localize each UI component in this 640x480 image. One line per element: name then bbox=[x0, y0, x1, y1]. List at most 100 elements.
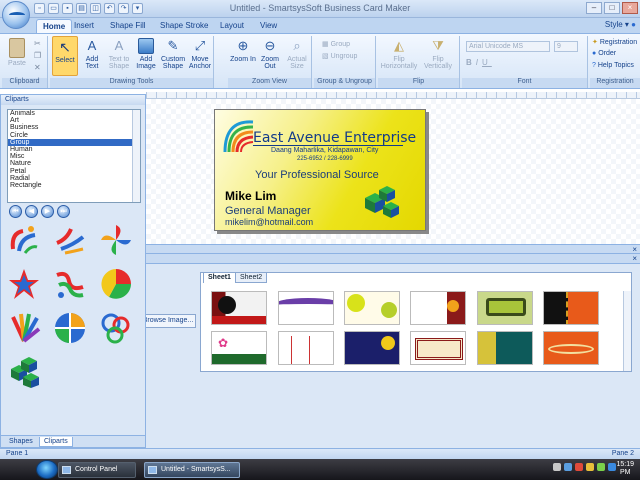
order-button[interactable]: ● Order bbox=[592, 50, 616, 57]
background-thumbnail[interactable] bbox=[278, 331, 334, 365]
next-page-icon[interactable]: ▶ bbox=[41, 205, 54, 218]
background-thumbnail[interactable] bbox=[211, 291, 267, 325]
category-item[interactable]: Radial bbox=[8, 175, 140, 182]
category-item[interactable]: Human bbox=[8, 146, 140, 153]
close-button[interactable]: × bbox=[622, 2, 638, 14]
help-icon[interactable]: ● bbox=[631, 20, 636, 29]
tab-insert[interactable]: Insert bbox=[68, 19, 100, 34]
style-menu[interactable]: Style ▾ ● bbox=[605, 20, 636, 29]
move-anchor-button[interactable]: ⤢ Move Anchor bbox=[187, 38, 213, 70]
zoom-out-button[interactable]: ⊖ Zoom Out bbox=[257, 38, 283, 70]
category-item[interactable]: Rectangle bbox=[8, 182, 140, 189]
network-icon[interactable] bbox=[564, 463, 572, 471]
last-page-icon[interactable]: ⏭ bbox=[57, 205, 70, 218]
custom-shape-button[interactable]: ✎ Custom Shape bbox=[160, 38, 186, 70]
volume-icon[interactable] bbox=[608, 463, 616, 471]
background-thumbnail[interactable] bbox=[410, 291, 466, 325]
pane-splitter[interactable]: × bbox=[146, 244, 640, 254]
category-item[interactable]: Animals bbox=[8, 110, 140, 117]
clipart-circles-icon[interactable] bbox=[99, 311, 133, 345]
taskbar-item-control-panel[interactable]: Control Panel bbox=[58, 462, 136, 478]
card-name[interactable]: Mike Lim bbox=[225, 189, 276, 203]
font-style-buttons[interactable]: BIU bbox=[466, 58, 492, 67]
start-button[interactable] bbox=[36, 460, 58, 479]
background-thumbnail[interactable]: ✿ bbox=[211, 331, 267, 365]
bold-icon[interactable]: B bbox=[466, 58, 476, 67]
font-size-select[interactable]: 9 bbox=[554, 41, 578, 52]
clipart-globe-icon[interactable] bbox=[53, 311, 87, 345]
card-tagline[interactable]: Your Professional Source bbox=[255, 169, 379, 181]
tab-shapes[interactable]: Shapes bbox=[5, 437, 37, 447]
card-address[interactable]: Daang Maharlika, Kidapawan, City bbox=[271, 147, 378, 154]
security-icon[interactable] bbox=[575, 463, 583, 471]
add-text-button[interactable]: A Add Text bbox=[79, 38, 105, 70]
tray-expand-icon[interactable] bbox=[553, 463, 561, 471]
sheet-tab-2[interactable]: Sheet2 bbox=[235, 272, 268, 283]
clipart-pie-icon[interactable] bbox=[99, 267, 133, 301]
card-company[interactable]: East Avenue Enterprise bbox=[253, 130, 416, 146]
text-to-shape-button[interactable]: A Text to Shape bbox=[106, 38, 132, 70]
clipart-wave-icon[interactable] bbox=[53, 267, 87, 301]
category-scrollbar[interactable] bbox=[132, 110, 140, 202]
background-thumbnail[interactable] bbox=[477, 291, 533, 325]
card-job-title[interactable]: General Manager bbox=[225, 205, 311, 217]
category-item[interactable]: Business bbox=[8, 124, 140, 131]
copy-icon[interactable]: ❐ bbox=[34, 51, 41, 60]
clipart-burst-icon[interactable] bbox=[53, 223, 87, 257]
taskbar-item-business-card-maker[interactable]: Untitled - SmartsysS... bbox=[144, 462, 240, 478]
clipart-cubes-icon[interactable] bbox=[7, 355, 41, 389]
prev-page-icon[interactable]: ◀ bbox=[25, 205, 38, 218]
clipart-pinwheel-icon[interactable] bbox=[99, 223, 133, 257]
sheet-tab-1[interactable]: Sheet1 bbox=[203, 272, 236, 283]
select-button[interactable]: ↖ Select bbox=[52, 36, 78, 76]
background-thumbnail[interactable] bbox=[477, 331, 533, 365]
update-icon[interactable] bbox=[586, 463, 594, 471]
first-page-icon[interactable]: ⏮ bbox=[9, 205, 22, 218]
actual-size-button[interactable]: ⌕ Actual Size bbox=[284, 38, 310, 70]
clipart-star-icon[interactable] bbox=[7, 267, 41, 301]
clipart-category-list[interactable]: Animals Art Business Circle Group Human … bbox=[7, 109, 141, 203]
maximize-button[interactable]: □ bbox=[604, 2, 620, 14]
browse-image-button[interactable]: Browse Image... bbox=[140, 314, 196, 328]
category-item[interactable]: Petal bbox=[8, 168, 140, 175]
help-topics-button[interactable]: ? Help Topics bbox=[592, 62, 634, 69]
business-card[interactable]: East Avenue Enterprise Daang Maharlika, … bbox=[214, 109, 426, 231]
group-button[interactable]: ▦ Group bbox=[322, 40, 350, 48]
clipart-swirl-icon[interactable] bbox=[7, 223, 41, 257]
flip-horizontally-button[interactable]: ◭ Flip Horizontally bbox=[380, 38, 418, 70]
background-thumbnail[interactable] bbox=[410, 331, 466, 365]
tab-shape-stroke[interactable]: Shape Stroke bbox=[154, 19, 214, 34]
flip-vertically-button[interactable]: ⧩ Flip Vertically bbox=[420, 38, 456, 70]
category-item[interactable]: Nature bbox=[8, 160, 140, 167]
ungroup-button[interactable]: ▧ Ungroup bbox=[322, 52, 357, 60]
tab-view[interactable]: View bbox=[254, 19, 283, 34]
close-pane-icon[interactable]: × bbox=[632, 245, 637, 254]
close-bottom-panel-icon[interactable]: × bbox=[632, 254, 637, 263]
cut-icon[interactable]: ✂ bbox=[34, 39, 41, 48]
category-item[interactable]: Art bbox=[8, 117, 140, 124]
background-thumbnail[interactable] bbox=[344, 291, 400, 325]
gallery-scrollbar[interactable] bbox=[623, 291, 631, 371]
battery-icon[interactable] bbox=[597, 463, 605, 471]
background-thumbnail[interactable] bbox=[543, 331, 599, 365]
underline-icon[interactable]: U bbox=[482, 58, 492, 67]
zoom-in-button[interactable]: ⊕ Zoom In bbox=[230, 38, 256, 63]
tab-cliparts[interactable]: Cliparts bbox=[39, 437, 73, 447]
card-email[interactable]: mikelim@hotmail.com bbox=[225, 217, 313, 227]
card-phone[interactable]: 225-6952 / 228-6999 bbox=[297, 156, 353, 162]
background-thumbnail[interactable] bbox=[344, 331, 400, 365]
category-item[interactable]: Circle bbox=[8, 132, 140, 139]
delete-icon[interactable]: ✕ bbox=[34, 63, 41, 72]
app-menu-button[interactable] bbox=[2, 1, 30, 29]
category-item-selected[interactable]: Group bbox=[8, 138, 140, 146]
background-thumbnail[interactable] bbox=[278, 291, 334, 325]
registration-button[interactable]: ✦ Registration bbox=[592, 38, 637, 46]
add-image-button[interactable]: Add Image bbox=[133, 38, 159, 70]
background-thumbnail[interactable] bbox=[543, 291, 599, 325]
font-name-select[interactable]: Arial Unicode MS bbox=[466, 41, 550, 52]
clipart-fan-icon[interactable] bbox=[7, 311, 41, 345]
tab-layout[interactable]: Layout bbox=[214, 19, 250, 34]
minimize-button[interactable]: – bbox=[586, 2, 602, 14]
tab-shape-fill[interactable]: Shape Fill bbox=[104, 19, 152, 34]
paste-button[interactable]: Paste bbox=[4, 38, 30, 67]
